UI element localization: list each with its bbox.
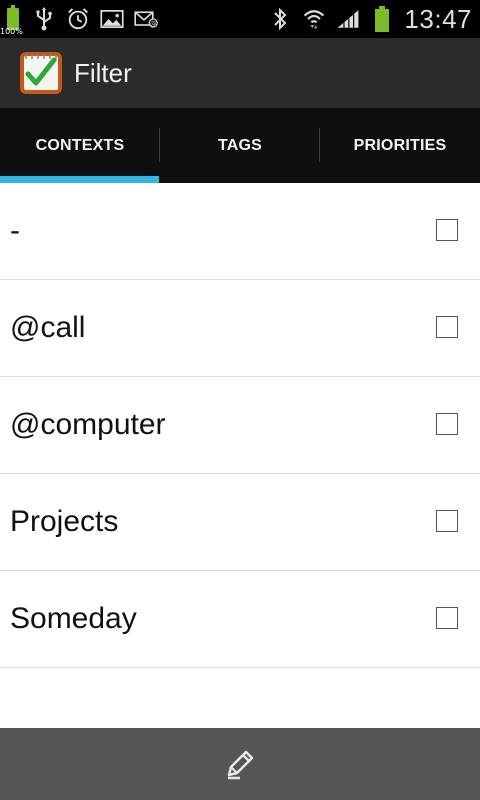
gallery-icon: [100, 7, 124, 31]
filter-tabs: CONTEXTS TAGS PRIORITIES: [0, 108, 480, 183]
battery-icon: 100%: [0, 5, 23, 36]
tab-tags[interactable]: TAGS: [160, 108, 320, 183]
list-item-label: Someday: [10, 602, 137, 635]
list-item-checkbox[interactable]: [436, 607, 458, 629]
tab-label: PRIORITIES: [353, 136, 447, 154]
list-item[interactable]: Projects: [0, 474, 480, 571]
status-right: 13:47: [268, 2, 472, 36]
svg-text:@: @: [150, 19, 156, 27]
list-item-label: Projects: [10, 505, 119, 538]
list-item[interactable]: -: [0, 183, 480, 280]
list-item-checkbox[interactable]: [436, 219, 458, 241]
battery-percent: 100%: [0, 27, 23, 36]
list-item-label: @computer: [10, 408, 166, 441]
page-title: Filter: [74, 57, 132, 88]
list-item-checkbox[interactable]: [436, 510, 458, 532]
tab-label: CONTEXTS: [35, 136, 125, 154]
list-item[interactable]: Someday: [0, 571, 480, 668]
bluetooth-icon: [268, 7, 292, 31]
action-bar: Filter: [0, 38, 480, 108]
bottom-bar: [0, 728, 480, 800]
status-left: 100% @: [0, 2, 158, 36]
clock-time: 13:47: [404, 3, 472, 34]
usb-icon: [32, 7, 56, 31]
tab-contexts[interactable]: CONTEXTS: [0, 108, 160, 183]
app-icon[interactable]: [18, 50, 64, 96]
tab-priorities[interactable]: PRIORITIES: [320, 108, 480, 183]
wifi-icon: [302, 7, 326, 31]
pencil-icon[interactable]: [220, 744, 260, 784]
list-item[interactable]: @computer: [0, 377, 480, 474]
tab-selected-indicator: [0, 176, 159, 183]
alarm-icon: [66, 7, 90, 31]
signal-icon: [336, 7, 360, 31]
list-item-checkbox[interactable]: [436, 316, 458, 338]
list-item[interactable]: @call: [0, 280, 480, 377]
list-item-label: @call: [10, 311, 86, 344]
tab-label: TAGS: [217, 136, 263, 154]
status-bar: 100% @ 13:47: [0, 0, 480, 38]
list-item-checkbox[interactable]: [436, 413, 458, 435]
email-icon: @: [134, 7, 158, 31]
context-list: - @call @computer Projects Someday: [0, 183, 480, 668]
battery-full-icon: [370, 6, 394, 32]
list-item-label: -: [10, 214, 20, 247]
